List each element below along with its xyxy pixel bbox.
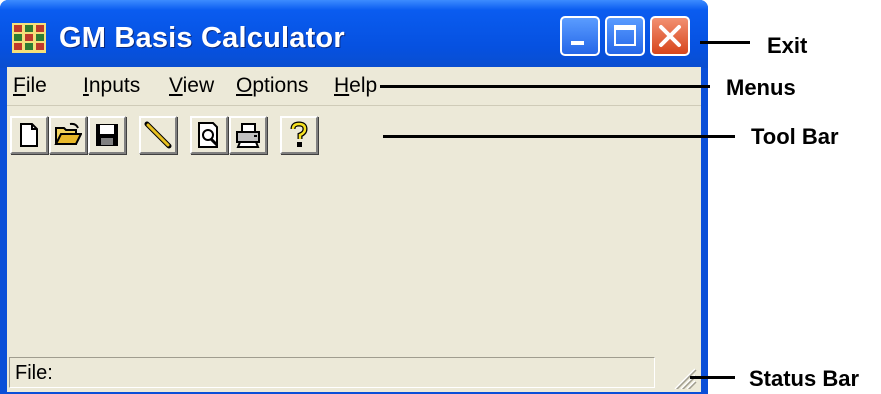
help-question-icon [290,121,308,147]
help-button[interactable] [280,116,318,154]
status-bar: File: [9,357,699,390]
close-icon [659,25,681,47]
title-bar[interactable]: GM Basis Calculator [0,0,708,68]
app-window: GM Basis Calculator File Inputs View Opt… [0,0,708,394]
maximize-icon [614,25,636,46]
open-folder-icon [54,122,82,145]
edit-button[interactable] [139,116,177,154]
menu-options[interactable]: Options [236,74,308,98]
minimize-button[interactable] [560,16,600,56]
printer-icon [236,123,260,148]
save-disk-icon [96,124,118,146]
toolbar-pointer-line [383,135,735,138]
tool-bar [7,106,701,158]
menus-annotation: Menus [726,75,796,100]
statusbar-annotation: Status Bar [749,366,860,391]
app-icon [12,23,46,53]
maximize-button[interactable] [605,16,645,56]
exit-annotation: Exit [767,33,808,58]
window-title: GM Basis Calculator [59,22,345,54]
resize-grip-icon[interactable] [667,361,697,389]
print-preview-icon [198,122,219,148]
print-button[interactable] [229,116,267,154]
client-area: File Inputs View Options Help File: [7,67,701,392]
new-document-icon [20,123,38,147]
exit-pointer-line [700,41,750,44]
minimize-icon [571,41,584,45]
status-text: File: [15,362,53,384]
menu-view[interactable]: View [169,74,214,98]
open-button[interactable] [49,116,87,154]
close-button[interactable] [650,16,690,56]
menu-file[interactable]: File [13,74,47,98]
menu-inputs[interactable]: Inputs [83,74,140,98]
pencil-icon [144,121,172,149]
status-field: File: [9,357,655,388]
statusbar-pointer-line [690,376,735,379]
toolbar-annotation: Tool Bar [751,124,839,149]
menus-pointer-line [380,85,710,88]
menu-help[interactable]: Help [334,74,377,98]
new-button[interactable] [10,116,48,154]
save-button[interactable] [88,116,126,154]
print-preview-button[interactable] [190,116,228,154]
